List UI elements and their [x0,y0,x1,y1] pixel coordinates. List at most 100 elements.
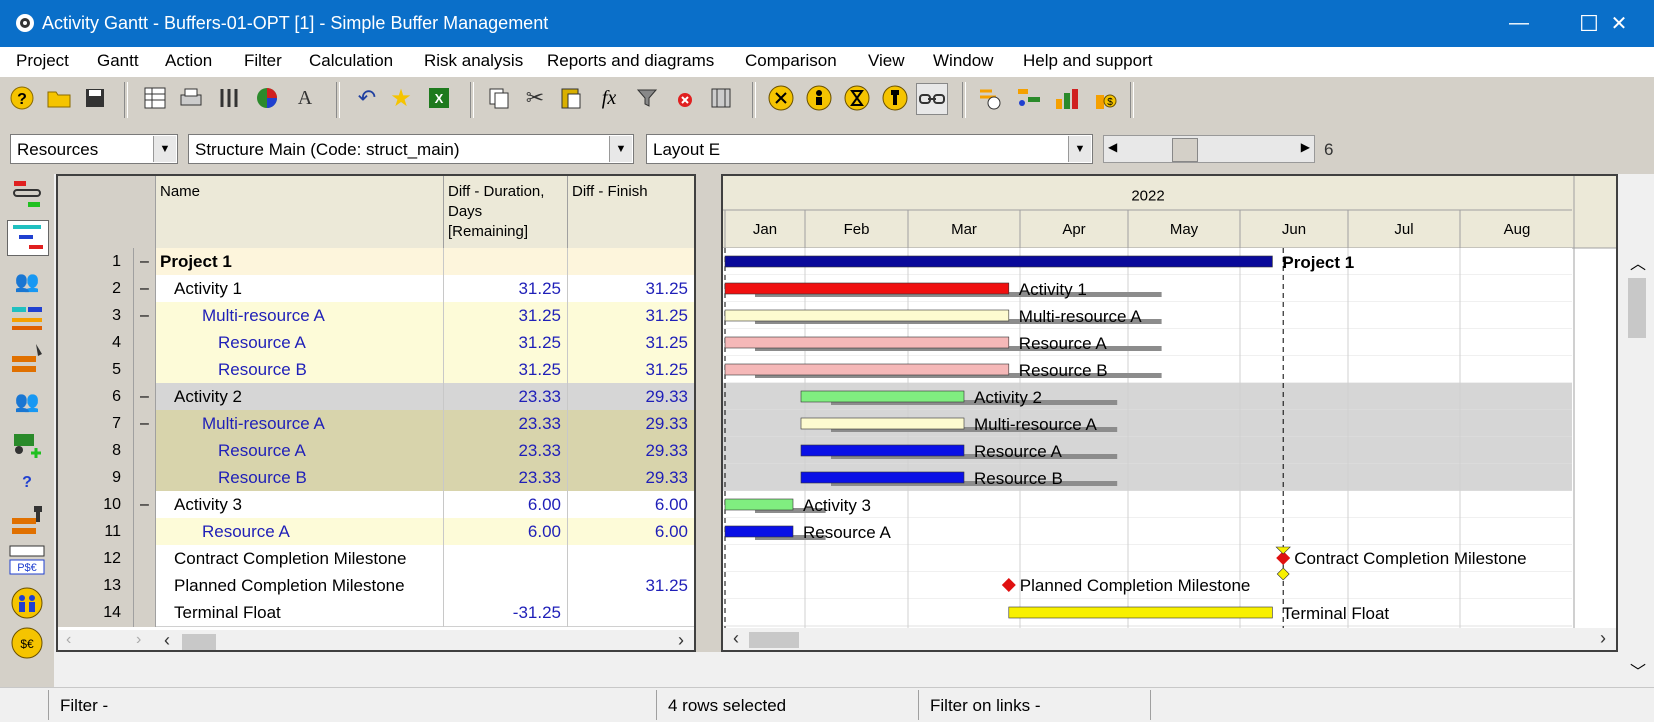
paste-icon[interactable] [556,83,586,113]
column-header-name[interactable]: Name [156,176,444,248]
row-finish[interactable]: 29.33 [568,437,694,465]
gantt-bar[interactable] [724,525,794,538]
cost-circle-icon[interactable]: $€ [7,626,47,660]
formula-icon[interactable]: fx [594,83,624,113]
menu-gantt[interactable]: Gantt [97,51,139,71]
chevron-right-icon[interactable]: › [678,630,684,650]
row-duration[interactable]: 23.33 [444,410,568,438]
gantt-bar[interactable] [1008,606,1273,619]
team-circle-icon[interactable] [7,586,47,620]
menu-comparison[interactable]: Comparison [745,51,837,71]
collapse-toggle[interactable] [134,356,156,384]
row-number[interactable]: 7 [58,410,134,438]
row-number[interactable]: 4 [58,329,134,357]
row-duration[interactable]: 23.33 [444,383,568,411]
layout-select[interactable]: Layout E ▼ [646,134,1093,164]
row-finish[interactable]: 29.33 [568,464,694,492]
table-row[interactable]: 11 Resource A 6.00 6.00 [58,518,694,546]
row-name[interactable]: Project 1 [156,248,444,276]
table-row[interactable]: 8 Resource A 23.33 29.33 [58,437,694,465]
unknown-resource-icon[interactable]: ? [7,466,47,500]
tools-icon[interactable] [214,83,244,113]
minimize-button[interactable]: — [1484,0,1554,47]
column-header-duration[interactable]: Diff - Duration, Days [Remaining] [444,176,568,248]
row-duration[interactable]: 31.25 [444,329,568,357]
gantt-bar[interactable] [800,471,965,484]
hscroll-grid[interactable]: ‹ › [156,630,694,650]
row-number[interactable]: 14 [58,599,134,627]
row-number[interactable]: 11 [58,518,134,546]
row-duration[interactable] [444,572,568,600]
star-icon[interactable]: ★ [386,83,416,113]
chevron-right-icon[interactable]: › [1600,628,1606,649]
row-name[interactable]: Resource B [156,356,444,384]
row-finish[interactable] [568,599,694,627]
excel-icon[interactable]: X [424,83,454,113]
cut-icon[interactable]: ✂ [520,83,550,113]
scroll-thumb[interactable] [1628,278,1646,338]
equipment-add-icon[interactable] [7,426,47,460]
open-folder-icon[interactable] [44,83,74,113]
menu-reports[interactable]: Reports and diagrams [547,51,714,71]
print-icon[interactable] [176,83,206,113]
row-name[interactable]: Activity 1 [156,275,444,303]
chevron-down-icon[interactable]: ﹀ [1630,658,1646,682]
row-duration[interactable]: 31.25 [444,356,568,384]
money-icon[interactable]: $ [1090,83,1120,113]
column-header-finish[interactable]: Diff - Finish [568,176,694,248]
filmstrip-icon[interactable] [706,83,736,113]
resource-gantt-icon[interactable]: 👥 [7,264,47,298]
row-number[interactable]: 8 [58,437,134,465]
table-row[interactable]: 12 Contract Completion Milestone [58,545,694,573]
resource-hourglass-icon[interactable] [842,83,872,113]
gantt-bar[interactable] [724,309,1010,322]
activity-gantt-icon[interactable] [7,220,49,256]
row-finish[interactable]: 29.33 [568,410,694,438]
row-duration[interactable]: 6.00 [444,491,568,519]
row-duration[interactable] [444,248,568,276]
row-duration[interactable] [444,545,568,573]
gantt-bar[interactable] [724,282,1010,295]
row-finish[interactable] [568,248,694,276]
row-finish[interactable]: 29.33 [568,383,694,411]
bricks-trowel-icon[interactable] [7,342,47,376]
collapse-toggle[interactable] [134,545,156,573]
collapse-toggle[interactable]: – [134,491,156,519]
collapse-toggle[interactable]: – [134,248,156,276]
gantt-canvas[interactable]: 2022 Jan Feb Mar Apr May Jun Jul Aug Project 1 Act… [723,176,1616,650]
gantt-bar[interactable] [724,363,1010,376]
menu-window[interactable]: Window [933,51,993,71]
row-name[interactable]: Activity 3 [156,491,444,519]
slider-thumb[interactable] [1172,138,1198,162]
zoom-slider[interactable]: ◀ ▶ [1103,135,1315,163]
menu-risk-analysis[interactable]: Risk analysis [424,51,523,71]
scroll-thumb[interactable] [182,634,216,650]
table-row[interactable]: 1– Project 1 [58,248,694,276]
collapse-toggle[interactable]: – [134,302,156,330]
row-finish[interactable]: 31.25 [568,302,694,330]
row-number[interactable]: 13 [58,572,134,600]
row-number-header[interactable] [58,176,156,248]
chevron-left-icon[interactable]: ‹ [66,631,71,649]
collapse-toggle[interactable]: – [134,383,156,411]
collapse-toggle[interactable]: – [134,410,156,438]
row-number[interactable]: 5 [58,356,134,384]
gantt-bar[interactable] [800,444,965,457]
row-number[interactable]: 2 [58,275,134,303]
menu-filter[interactable]: Filter [244,51,282,71]
chevron-up-icon[interactable]: ︿ [1630,250,1646,274]
row-duration[interactable]: 31.25 [444,275,568,303]
row-name[interactable]: Resource A [156,329,444,357]
collapse-toggle[interactable] [134,437,156,465]
clear-filter-icon[interactable] [670,83,700,113]
chart-icon[interactable] [252,83,282,113]
collapse-toggle[interactable] [134,329,156,357]
chevron-left-icon[interactable]: ‹ [164,630,170,650]
gantt-bar[interactable] [724,498,794,511]
table-row[interactable]: 5 Resource B 31.25 31.25 [58,356,694,384]
table-row[interactable]: 6– Activity 2 23.33 29.33 [58,383,694,411]
collapse-toggle[interactable] [134,599,156,627]
filter-icon[interactable] [632,83,662,113]
row-name[interactable]: Multi-resource A [156,302,444,330]
currency-table-icon[interactable]: P$€ [7,544,47,578]
